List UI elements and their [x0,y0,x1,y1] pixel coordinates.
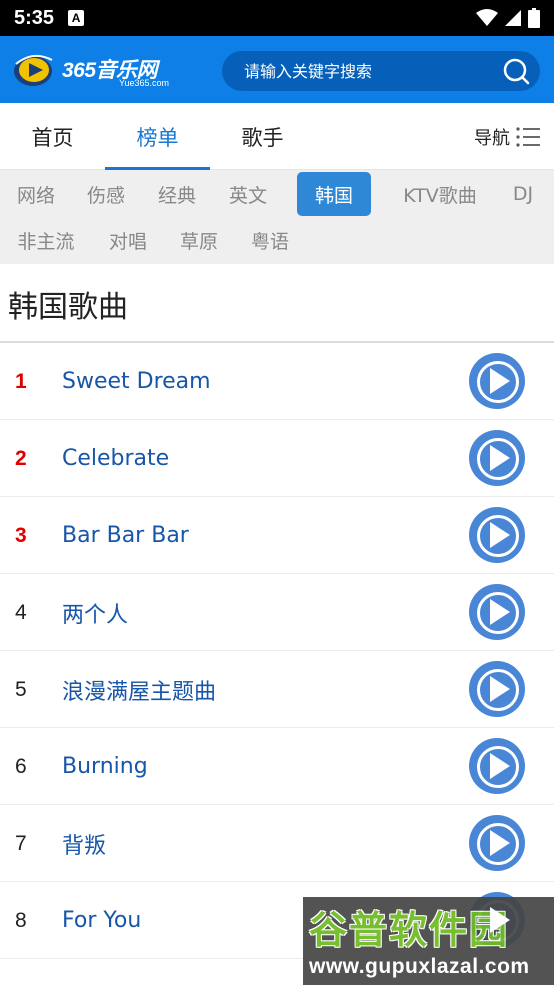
song-title-link[interactable]: Burning [62,728,148,805]
search-icon[interactable] [502,57,530,85]
menu-icon [516,126,540,147]
category-item[interactable]: 经典 [149,172,205,216]
play-button[interactable] [469,584,525,640]
watermark-url: www.gupuxlazal.com [309,955,530,978]
status-indicators [476,8,540,28]
song-row[interactable]: 7 背叛 [0,805,554,882]
song-row[interactable]: 4 两个人 [0,574,554,651]
search-input[interactable] [244,51,494,91]
tab-home[interactable]: 首页 [0,103,105,170]
play-icon [490,599,510,625]
play-button[interactable] [469,430,525,486]
category-item[interactable]: DJ [504,172,542,216]
song-rank: 2 [15,446,27,470]
category-item[interactable]: 草原 [171,218,227,262]
category-item[interactable]: 粤语 [242,218,298,262]
category-item[interactable]: KTV歌曲 [393,172,487,216]
song-row[interactable]: 1 Sweet Dream [0,343,554,420]
logo-icon [14,54,53,86]
song-rank: 8 [15,908,27,932]
song-title-link[interactable]: 两个人 [62,574,128,651]
play-icon [490,368,510,394]
song-rank: 5 [15,677,27,701]
main-tabs: 首页 榜单 歌手 导航 [0,103,554,170]
watermark: 谷普软件园 www.gupuxlazal.com [303,897,554,985]
watermark-title: 谷普软件园 [309,908,510,952]
play-icon [490,522,510,548]
song-title-link[interactable]: Bar Bar Bar [62,497,189,574]
song-title-link[interactable]: Celebrate [62,420,169,497]
song-list: 1 Sweet Dream 2 Celebrate 3 Bar Bar Bar … [0,343,554,959]
play-button[interactable] [469,738,525,794]
play-icon [490,907,510,933]
tab-singers[interactable]: 歌手 [210,103,315,170]
song-row[interactable]: 6 Burning [0,728,554,805]
status-bar: 5:35 A [0,0,554,36]
song-rank: 6 [15,754,27,778]
play-icon [490,830,510,856]
play-icon [490,676,510,702]
nav-label: 导航 [474,127,510,149]
category-item[interactable]: 非主流 [8,218,84,262]
wifi-icon [476,9,498,26]
site-logo[interactable]: 365音乐网 Yue365.com [12,50,182,90]
battery-icon [528,8,540,28]
category-item[interactable]: 伤感 [78,172,134,216]
play-button[interactable] [469,661,525,717]
song-title-link[interactable]: For You [62,882,141,959]
song-row[interactable]: 2 Celebrate [0,420,554,497]
song-row[interactable]: 5 浪漫满屋主题曲 [0,651,554,728]
logo-subtext: Yue365.com [119,78,170,88]
play-icon [490,753,510,779]
song-row[interactable]: 3 Bar Bar Bar [0,497,554,574]
app-header: 365音乐网 Yue365.com [0,36,554,103]
play-button[interactable] [469,815,525,871]
song-rank: 3 [15,523,27,547]
signal-icon [505,10,521,26]
section-title: 韩国歌曲 [8,290,128,325]
song-title-link[interactable]: Sweet Dream [62,343,211,420]
nav-button[interactable]: 导航 [474,103,540,170]
category-item[interactable]: 对唱 [100,218,156,262]
category-item[interactable]: 网络 [8,172,64,216]
tab-charts[interactable]: 榜单 [105,103,210,170]
notification-icon: A [68,10,85,26]
category-item-active[interactable]: 韩国 [297,172,371,216]
search-box [222,51,540,91]
song-rank: 1 [15,369,27,393]
song-title-link[interactable]: 背叛 [62,805,106,882]
category-item[interactable]: 英文 [220,172,276,216]
play-icon [490,445,510,471]
song-rank: 4 [15,600,27,624]
play-button[interactable] [469,507,525,563]
play-button[interactable] [469,353,525,409]
song-title-link[interactable]: 浪漫满屋主题曲 [62,651,216,728]
category-strip: 网络 伤感 经典 英文 韩国 KTV歌曲 DJ 非主流 对唱 草原 粤语 [0,170,554,264]
status-time: 5:35 [14,6,55,29]
song-rank: 7 [15,831,27,855]
